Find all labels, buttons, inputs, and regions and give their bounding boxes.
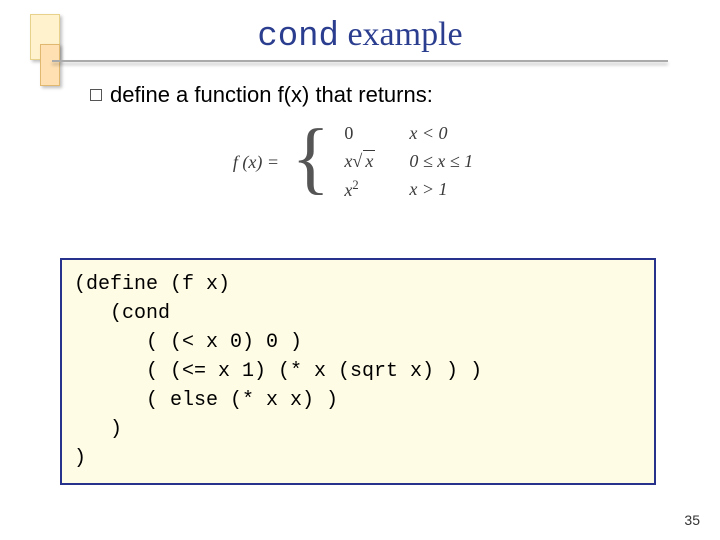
formula-lhs: f (x) = — [233, 152, 279, 173]
case-value: x√x — [340, 147, 389, 175]
case-condition: x < 0 — [389, 120, 487, 147]
title-rest: example — [339, 16, 463, 53]
case-condition: 0 ≤ x ≤ 1 — [389, 147, 487, 175]
slide-title: cond example — [0, 16, 720, 56]
case-value: 0 — [340, 120, 389, 147]
title-mono-part: cond — [257, 18, 339, 56]
case-row: x√x 0 ≤ x ≤ 1 — [340, 147, 487, 175]
slide: cond example define a function f(x) that… — [0, 0, 720, 540]
bullet-text: define a function f(x) that returns: — [110, 82, 433, 107]
page-number: 35 — [684, 512, 700, 528]
title-underline — [52, 60, 668, 62]
formula-cases: 0 x < 0 x√x 0 ≤ x ≤ 1 x2 x > 1 — [340, 120, 487, 204]
left-brace-icon: { — [292, 118, 330, 198]
case-condition: x > 1 — [389, 175, 487, 204]
case-row: x2 x > 1 — [340, 175, 487, 204]
case-row: 0 x < 0 — [340, 120, 487, 147]
code-box: (define (f x) (cond ( (< x 0) 0 ) ( (<= … — [60, 258, 656, 485]
bullet-square-icon — [90, 89, 102, 101]
bullet-line: define a function f(x) that returns: — [90, 82, 433, 108]
case-value: x2 — [340, 175, 389, 204]
formula-block: f (x) = { 0 x < 0 x√x 0 ≤ x ≤ 1 x2 x > 1 — [0, 120, 720, 204]
formula-inner: f (x) = { 0 x < 0 x√x 0 ≤ x ≤ 1 x2 x > 1 — [233, 120, 487, 204]
